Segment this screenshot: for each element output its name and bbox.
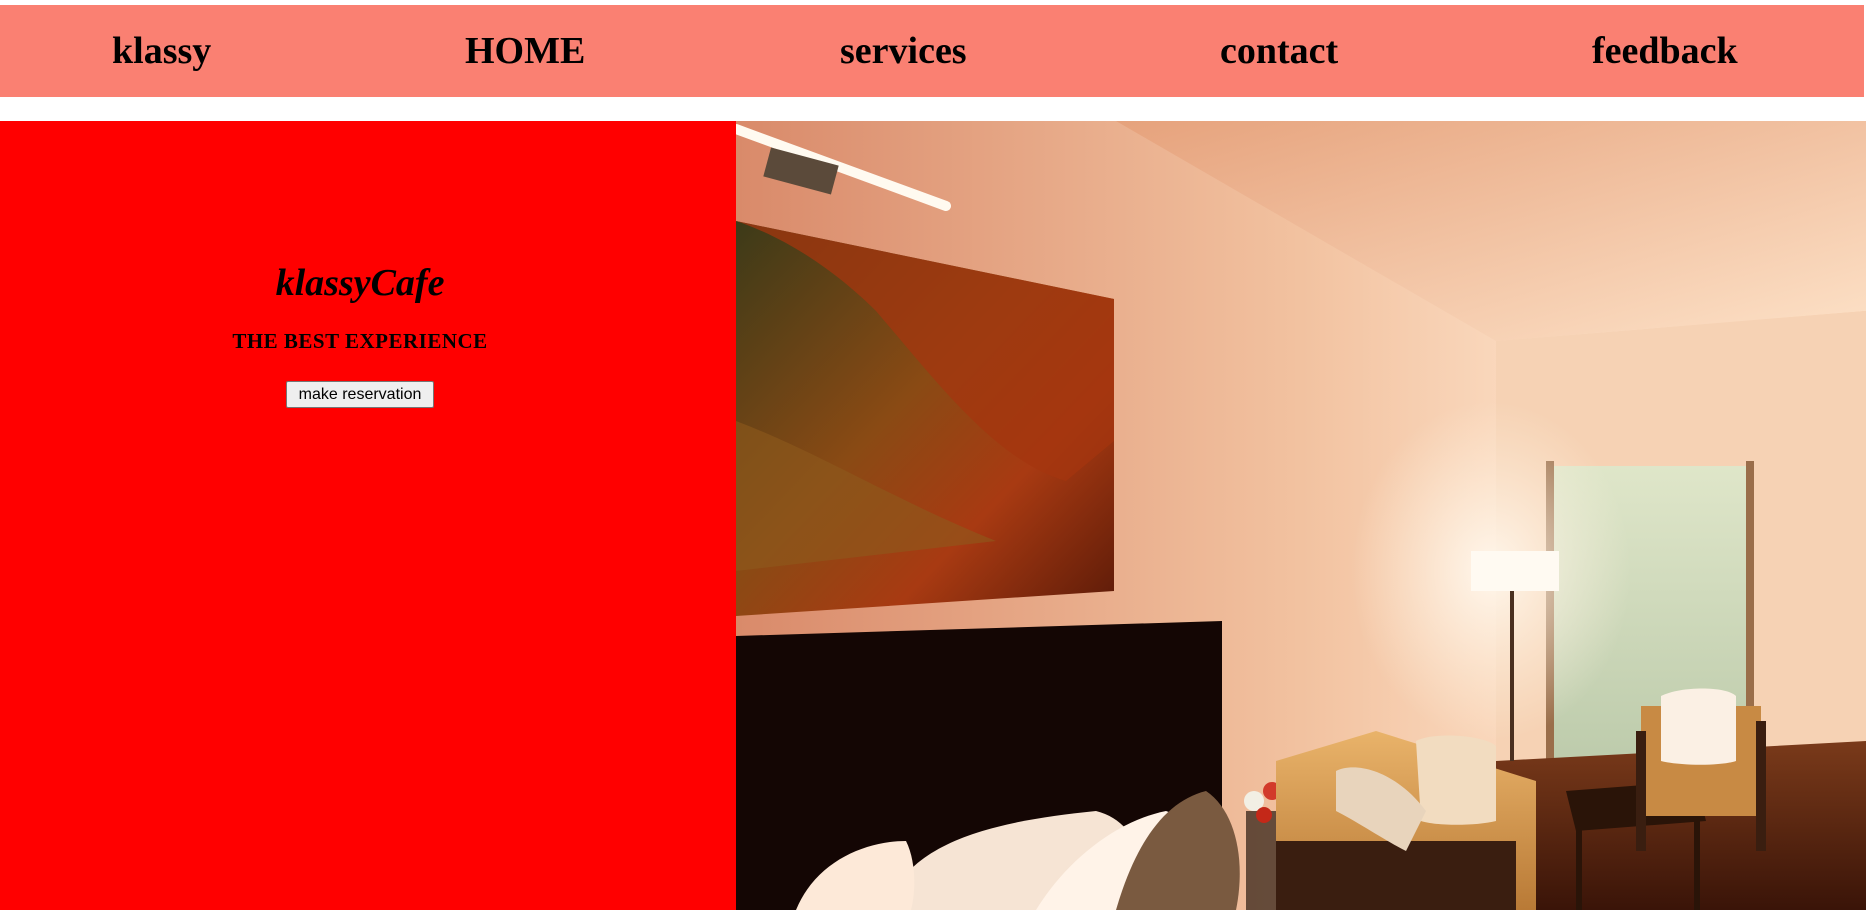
nav-item-feedback[interactable]: feedback [1592, 5, 1738, 97]
top-navbar: klassy HOME services contact feedback [0, 5, 1864, 97]
make-reservation-button[interactable]: make reservation [286, 381, 434, 408]
hero-title: klassyCafe [275, 262, 445, 304]
page: klassy HOME services contact feedback kl… [0, 0, 1866, 910]
hero-subtitle: THE BEST EXPERIENCE [232, 329, 488, 353]
nav-item-contact[interactable]: contact [1220, 5, 1338, 97]
nav-item-services[interactable]: services [840, 5, 967, 97]
nav-item-klassy[interactable]: klassy [112, 5, 211, 97]
hero-panel: klassyCafe THE BEST EXPERIENCE make rese… [0, 121, 736, 910]
nav-item-home[interactable]: HOME [465, 5, 585, 97]
hotel-room-photo [736, 121, 1866, 910]
